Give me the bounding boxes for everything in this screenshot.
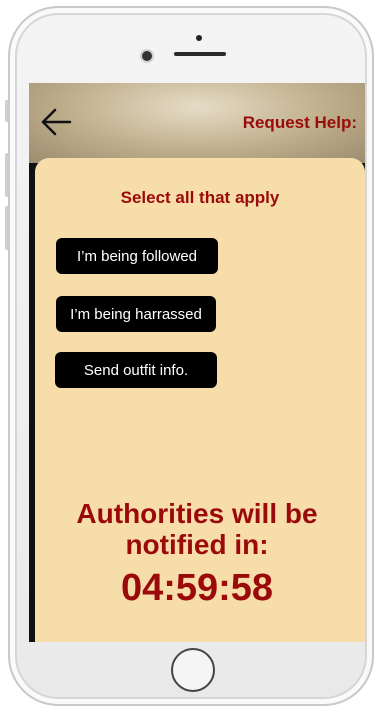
front-camera (142, 51, 152, 61)
app-screen: Request Help: Select all that apply I’m … (29, 83, 365, 642)
panel-heading: Select all that apply (120, 188, 280, 207)
option-being-followed-button[interactable]: I’m being followed (56, 238, 218, 274)
phone-frame: Request Help: Select all that apply I’m … (5, 6, 374, 706)
countdown-timer: 04:59:58 (120, 567, 274, 609)
notification-line-1: Authorities will be (76, 498, 318, 529)
earpiece-speaker (174, 52, 226, 56)
sensor-dot (196, 35, 202, 41)
header-bar: Request Help: (29, 83, 365, 163)
option-send-outfit-button[interactable]: Send outfit info. (55, 352, 217, 388)
volume-down-button (5, 206, 9, 250)
option-being-harrassed-button[interactable]: I’m being harrassed (56, 296, 216, 332)
page-title: Request Help: (242, 113, 357, 132)
back-arrow-icon[interactable] (39, 105, 73, 139)
home-button[interactable] (171, 648, 215, 692)
notification-message: Authorities will be notified in: (29, 498, 365, 560)
side-button (5, 100, 9, 122)
volume-up-button (5, 153, 9, 197)
notification-line-2: notified in: (125, 529, 269, 560)
